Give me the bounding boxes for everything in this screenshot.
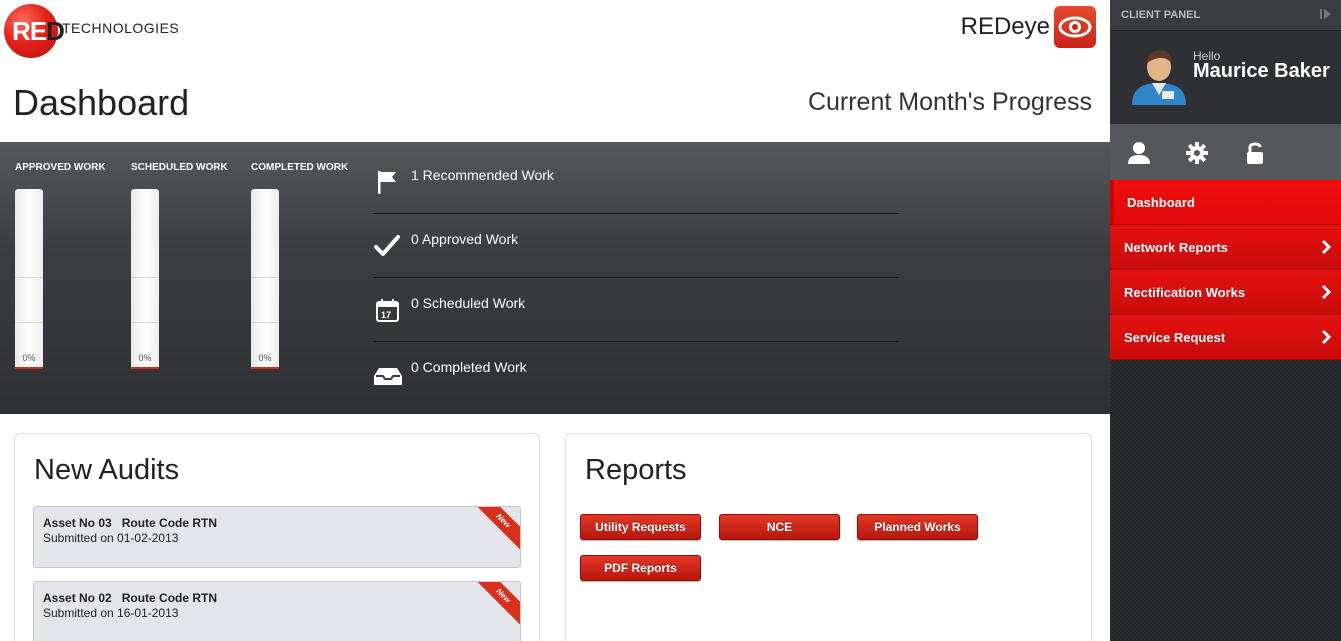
logo-text-re: RE xyxy=(12,15,47,46)
new-audits-card: New Audits Asset No 03 Route Code RTN Su… xyxy=(14,433,540,641)
progress-bar-label: SCHEDULED WORK xyxy=(131,162,228,173)
progress-bar-label: COMPLETED WORK xyxy=(251,162,349,173)
user-name: Maurice Baker xyxy=(1193,60,1330,82)
sidebar-item-dashboard[interactable]: Dashboard xyxy=(1110,180,1341,225)
chevron-right-icon xyxy=(1319,239,1333,255)
pdf-reports-button[interactable]: PDF Reports xyxy=(580,555,701,581)
logo-technologies: TECHNOLOGIES xyxy=(62,20,180,36)
new-audits-title: New Audits xyxy=(34,454,180,486)
user-actions-row xyxy=(1110,124,1341,180)
work-stats-list: 1 Recommended Work 0 Approved Work 17 0 … xyxy=(373,150,899,406)
calendar-icon: 17 xyxy=(373,296,401,324)
collapse-panel-icon[interactable] xyxy=(1319,7,1333,21)
progress-bar-value: 0% xyxy=(138,353,152,363)
user-icon[interactable] xyxy=(1126,140,1152,166)
avatar[interactable] xyxy=(1128,45,1190,107)
calendar-day: 17 xyxy=(381,310,392,320)
audit-item-title: Asset No 02 Route Code RTN xyxy=(43,591,218,605)
new-badge: New xyxy=(472,582,520,627)
chevron-right-icon xyxy=(1319,329,1333,345)
gear-icon[interactable] xyxy=(1184,140,1210,166)
progress-bar-track: 0% xyxy=(251,189,279,369)
logo-badge: RED xyxy=(4,4,65,58)
audit-item[interactable]: Asset No 02 Route Code RTN Submitted on … xyxy=(33,581,521,641)
audit-item-title: Asset No 03 Route Code RTN xyxy=(43,516,218,530)
sidebar-item-service-request[interactable]: Service Request xyxy=(1110,315,1341,360)
product-logo[interactable]: REDeye xyxy=(961,6,1096,48)
progress-bar-approved: APPROVED WORK 0% xyxy=(15,162,115,369)
stat-text: 1 Recommended Work xyxy=(411,167,554,183)
stat-text: 0 Completed Work xyxy=(411,359,527,375)
progress-bar-label: APPROVED WORK xyxy=(15,162,106,173)
stat-text: 0 Approved Work xyxy=(411,231,519,247)
eye-icon xyxy=(1054,6,1096,48)
stat-recommended-work[interactable]: 1 Recommended Work xyxy=(373,150,899,214)
company-logo[interactable]: RED TECHNOLOGIES xyxy=(4,4,179,58)
audit-item-submitted: Submitted on 16-01-2013 xyxy=(43,606,179,620)
client-panel-header: CLIENT PANEL xyxy=(1110,0,1341,31)
stat-scheduled-work[interactable]: 17 0 Scheduled Work xyxy=(373,278,899,342)
app-root: RED TECHNOLOGIES REDeye Dashboard Curren… xyxy=(0,0,1341,641)
audit-item[interactable]: Asset No 03 Route Code RTN Submitted on … xyxy=(33,506,521,568)
stat-text: 0 Scheduled Work xyxy=(411,295,526,311)
sidebar-item-label: Dashboard xyxy=(1127,195,1195,210)
client-panel-label: CLIENT PANEL xyxy=(1121,9,1201,21)
progress-bar-scheduled: SCHEDULED WORK 0% xyxy=(131,162,231,369)
planned-works-button[interactable]: Planned Works xyxy=(857,514,978,540)
logo-text-d: D xyxy=(46,15,65,46)
sidebar-item-label: Rectification Works xyxy=(1124,285,1246,300)
sidebar-item-rectification-works[interactable]: Rectification Works xyxy=(1110,270,1341,315)
progress-bar-value: 0% xyxy=(22,353,36,363)
utility-requests-button[interactable]: Utility Requests xyxy=(580,514,701,540)
progress-bar-completed: COMPLETED WORK 0% xyxy=(251,162,351,369)
user-info: Hello Maurice Baker xyxy=(1110,31,1341,124)
product-name: REDeye xyxy=(960,13,1050,40)
sidebar-item-label: Service Request xyxy=(1124,330,1226,345)
progress-bar-track: 0% xyxy=(15,189,43,369)
stat-completed-work[interactable]: 0 Completed Work xyxy=(373,342,899,406)
progress-bar-value: 0% xyxy=(258,353,272,363)
audit-item-submitted: Submitted on 01-02-2013 xyxy=(43,531,179,545)
checkmark-icon xyxy=(373,232,401,260)
reports-card: Reports Utility Requests NCE Planned Wor… xyxy=(565,433,1092,641)
sidebar-item-network-reports[interactable]: Network Reports xyxy=(1110,225,1341,270)
sidebar-item-label: Network Reports xyxy=(1124,240,1229,255)
stat-approved-work[interactable]: 0 Approved Work xyxy=(373,214,899,278)
flag-icon xyxy=(373,168,401,196)
header: RED TECHNOLOGIES REDeye Dashboard Curren… xyxy=(0,0,1110,142)
new-badge: New xyxy=(472,507,520,552)
lock-icon[interactable] xyxy=(1242,140,1268,166)
page-title: Dashboard xyxy=(13,82,190,123)
chevron-right-icon xyxy=(1319,284,1333,300)
sidebar-menu: Dashboard Network Reports Rectification … xyxy=(1110,180,1341,360)
inbox-tray-icon xyxy=(373,360,402,388)
progress-title: Current Month's Progress xyxy=(807,88,1092,116)
progress-panel: APPROVED WORK 0% SCHEDULED WORK 0% COMPL… xyxy=(0,142,1110,414)
reports-title: Reports xyxy=(585,454,687,486)
client-panel-sidebar: CLIENT PANEL Hello Maurice Baker Dashboa… xyxy=(1110,0,1341,641)
nce-button[interactable]: NCE xyxy=(719,514,840,540)
progress-bar-track: 0% xyxy=(131,189,159,369)
